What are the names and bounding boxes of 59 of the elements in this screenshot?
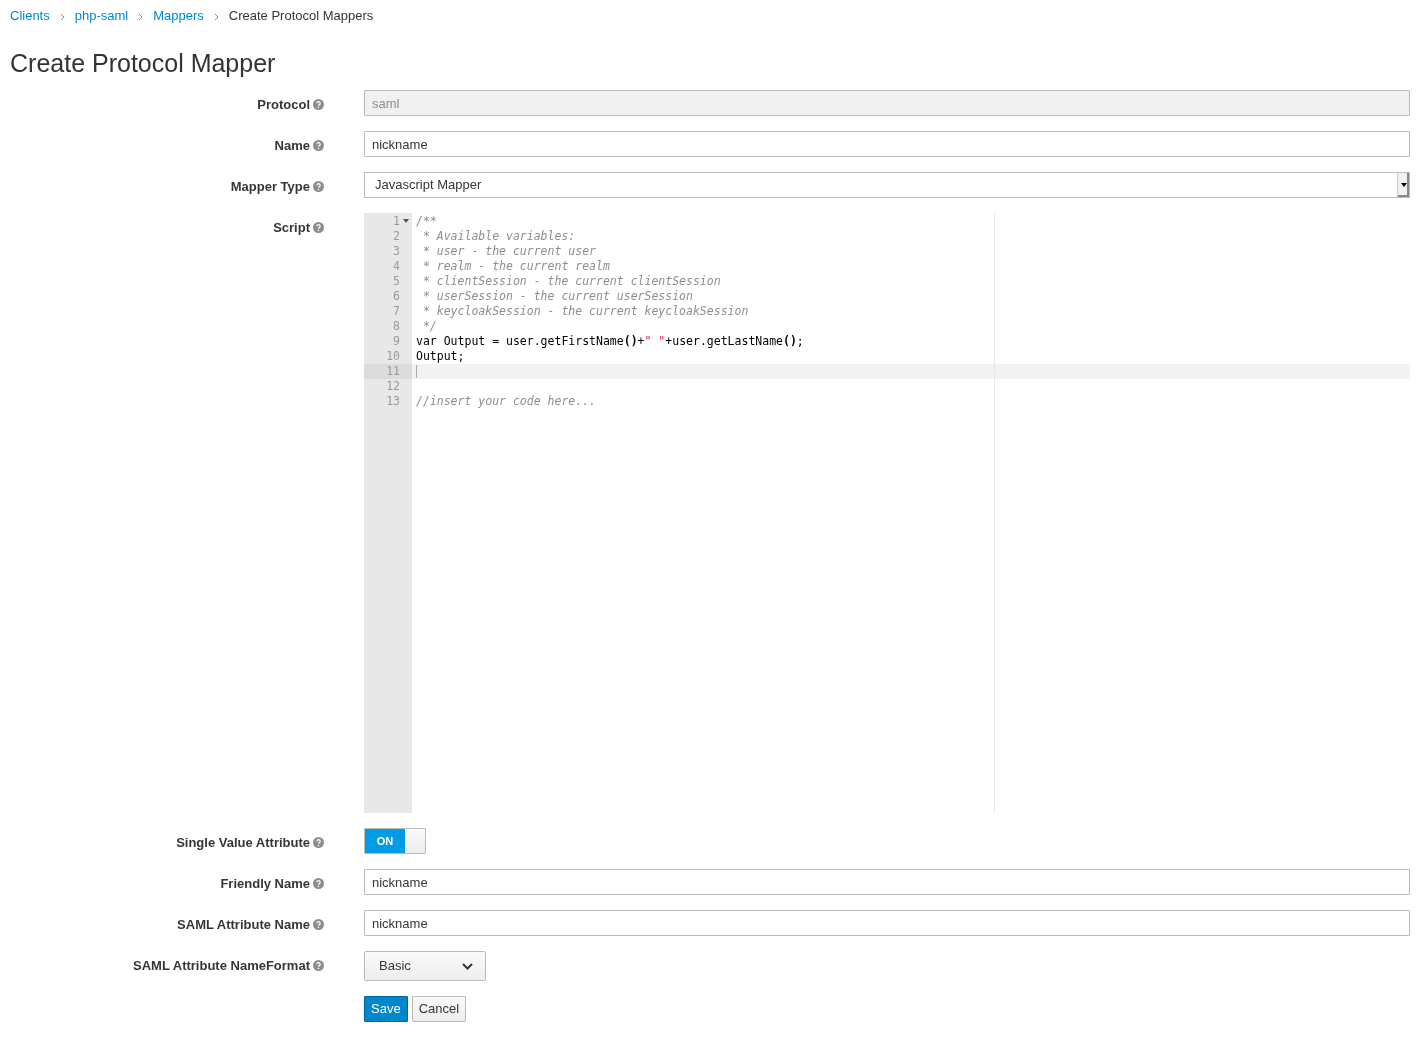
breadcrumb-link[interactable]: Clients [10,6,50,26]
fold-arrow-icon[interactable] [403,219,409,223]
field-label: Friendly Name [220,875,310,893]
line-number: 7 [393,304,400,318]
help-icon [313,878,324,890]
line-number: 8 [393,319,400,333]
line-number: 2 [393,229,400,243]
help-icon [313,222,324,234]
text-field[interactable]: nickname [364,869,1410,895]
select-field[interactable]: Javascript Mapper [364,172,1410,198]
page-title: Create Protocol Mapper [10,48,277,78]
line-number: 1 [393,214,400,228]
caret-icon [1400,183,1407,187]
line-number: 9 [393,334,400,348]
line-number: 11 [386,364,400,378]
code-line: */ [421,319,437,333]
help-icon [313,99,324,111]
chevron-icon [213,12,219,21]
code-line: //insert your code here... [416,394,596,408]
code-line: var Output = user.getFirstName()+" "+user.getLastName(); [416,334,804,348]
text-cursor [416,365,417,378]
save-button[interactable]: Save [364,996,408,1022]
field-label: Mapper Type [230,178,310,196]
format-dropdown[interactable]: Basic [364,951,486,981]
breadcrumb-link[interactable]: Mappers [153,6,204,26]
code-line: * keycloakSession - the current keycloakSession [421,304,749,318]
code-line: Output; [416,349,465,363]
code-line: * realm - the current realm [421,259,610,273]
line-number: 4 [393,259,400,273]
field-label: SAML Attribute NameFormat [133,957,310,975]
code-line: * user - the current user [421,244,596,258]
code-line: * clientSession - the current clientSession [421,274,721,288]
line-number: 6 [393,289,400,303]
field-label: Single Value Attribute [176,834,310,852]
chevron-icon [138,12,144,21]
field-label: Name [274,137,310,155]
line-number: 10 [386,349,400,363]
cancel-button[interactable]: Cancel [411,996,467,1022]
chevron-icon [59,12,65,21]
help-icon [313,919,324,931]
chevron-down-icon [462,962,473,970]
code-line: * Available variables: [421,229,576,243]
help-icon [313,140,324,152]
line-number: 3 [393,244,400,258]
line-number: 13 [386,394,400,408]
text-field[interactable]: nickname [364,131,1410,157]
text-field[interactable]: nickname [364,910,1410,936]
help-icon [313,181,324,193]
line-number: 5 [393,274,400,288]
line-number: 12 [386,379,400,393]
code-line: /** [416,214,437,228]
help-icon [313,837,324,849]
breadcrumb-link[interactable]: php-saml [74,6,129,26]
field-label: Protocol [257,96,310,114]
field-label: SAML Attribute Name [177,916,310,934]
code-line: * userSession - the current userSession [421,289,693,303]
help-icon [313,960,324,972]
field-label: Script [273,219,310,237]
breadcrumb-current: Create Protocol Mappers [228,7,374,26]
